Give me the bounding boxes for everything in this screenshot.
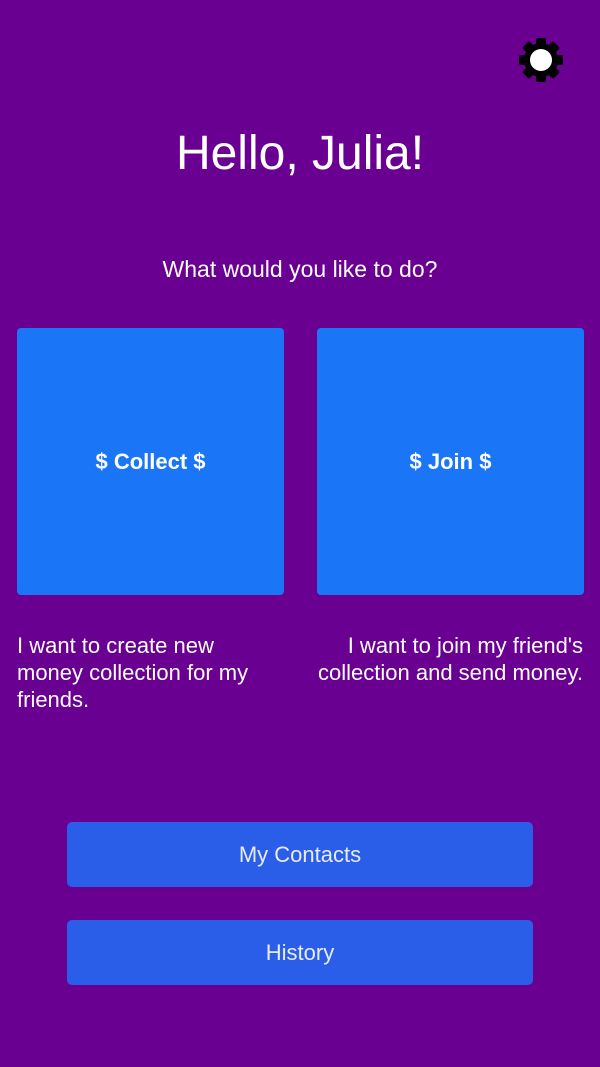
- history-label: History: [265, 939, 335, 965]
- my-contacts-label: My Contacts: [238, 841, 362, 867]
- collect-button-label: $ Collect $: [95, 448, 206, 474]
- action-prompt: What would you like to do?: [162, 256, 438, 282]
- collect-button[interactable]: $ Collect $: [17, 328, 284, 595]
- join-button[interactable]: $ Join $: [317, 328, 584, 595]
- my-contacts-button[interactable]: My Contacts: [67, 822, 533, 887]
- greeting-title: Hello, Julia!: [175, 127, 425, 180]
- join-button-label: $ Join $: [409, 448, 492, 474]
- gear-icon: [519, 38, 563, 82]
- history-button[interactable]: History: [67, 920, 533, 985]
- settings-button[interactable]: [516, 35, 566, 85]
- collect-description: I want to create new money collection fo…: [17, 633, 249, 712]
- join-description: I want to join my friend's collection an…: [318, 633, 583, 685]
